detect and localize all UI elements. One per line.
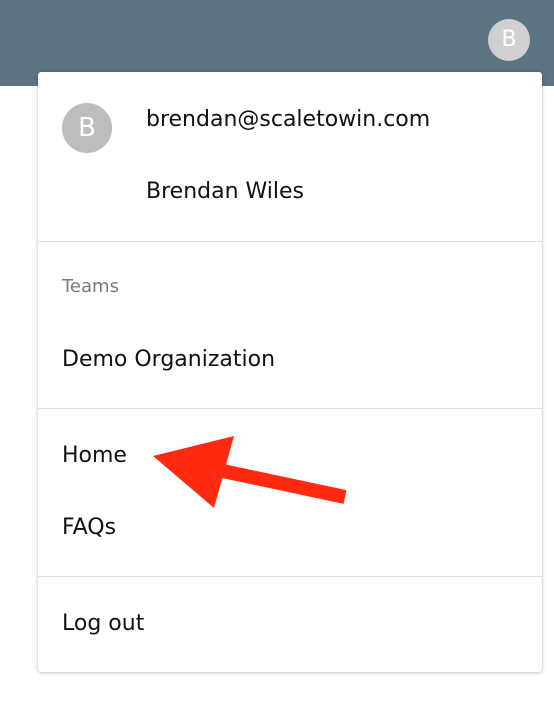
menu-divider — [38, 241, 542, 242]
team-item-demo-organization[interactable]: Demo Organization — [38, 332, 542, 388]
profile-email: brendan@scaletowin.com — [146, 107, 431, 132]
teams-section-label: Teams — [62, 276, 119, 297]
menu-item-home[interactable]: Home — [38, 428, 542, 484]
profile-avatar: B — [62, 103, 112, 153]
menu-item-faqs[interactable]: FAQs — [38, 500, 542, 556]
logout-button[interactable]: Log out — [38, 596, 542, 652]
profile-section: B brendan@scaletowin.com Brendan Wiles — [38, 72, 542, 241]
menu-divider — [38, 408, 542, 409]
user-dropdown-menu: B brendan@scaletowin.com Brendan Wiles T… — [38, 72, 542, 672]
user-avatar-button[interactable]: B — [488, 19, 530, 61]
page: B B brendan@scaletowin.com Brendan Wiles… — [0, 0, 554, 706]
profile-name: Brendan Wiles — [146, 179, 305, 204]
menu-divider — [38, 576, 542, 577]
